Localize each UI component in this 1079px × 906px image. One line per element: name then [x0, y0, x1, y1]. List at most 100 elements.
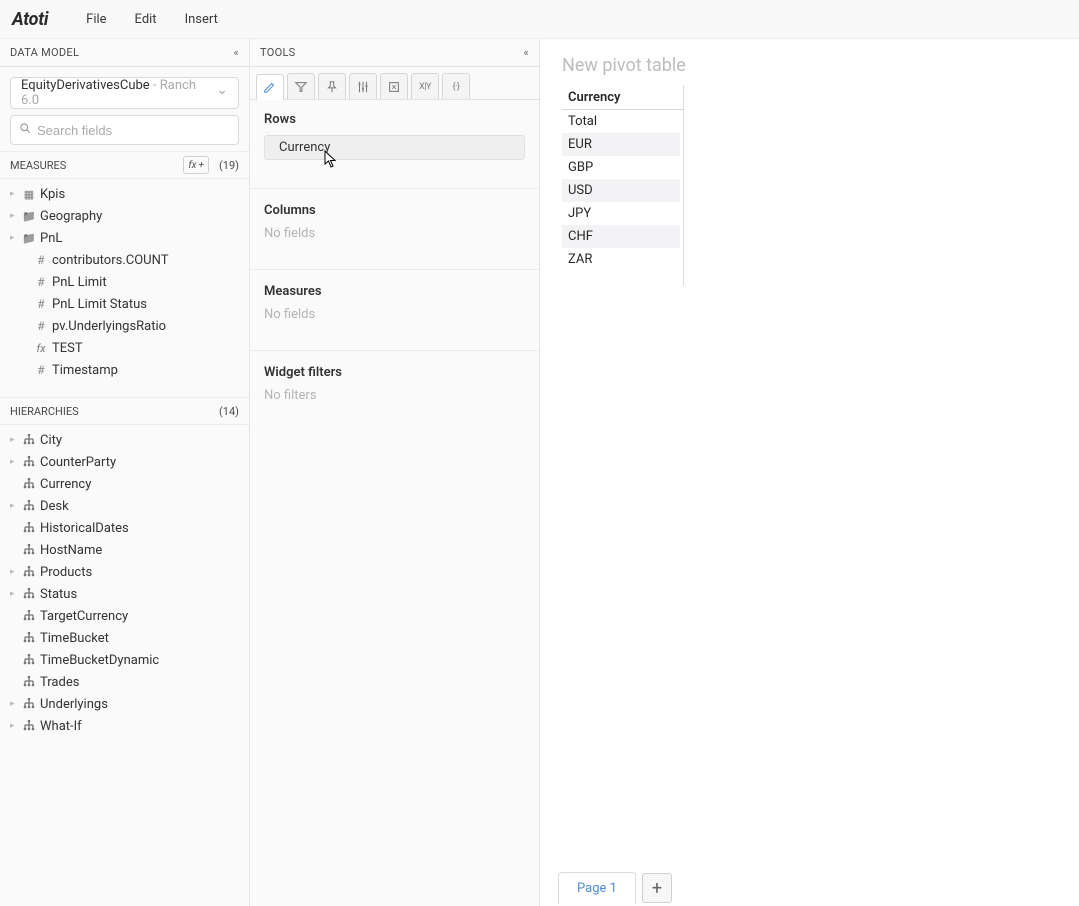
hierarchy-item[interactable]: ▸TimeBucketDynamic [0, 649, 249, 671]
hierarchy-item[interactable]: ▸TimeBucket [0, 627, 249, 649]
tree-item-label: Products [40, 565, 92, 580]
tab-sliders[interactable] [349, 73, 377, 99]
hierarchy-item[interactable]: ▸Desk [0, 495, 249, 517]
hierarchy-item[interactable]: ▸City [0, 429, 249, 451]
new-measure-button[interactable]: fx + [183, 156, 209, 174]
measures-count: (19) [219, 159, 239, 172]
columns-placeholder: No fields [264, 226, 525, 241]
measure-icon [32, 275, 50, 289]
page-1-tab[interactable]: Page 1 [558, 872, 636, 904]
measure-item[interactable]: ▸TEST [0, 337, 249, 359]
hierarchy-icon [20, 500, 38, 512]
widget-filters-title: Widget filters [264, 365, 525, 380]
measures-header: MEASURES fx + (19) [0, 151, 249, 179]
widget-filters-dropzone[interactable]: Widget filters No filters [264, 365, 525, 403]
hierarchy-item[interactable]: ▸Status [0, 583, 249, 605]
menu-insert[interactable]: Insert [171, 12, 232, 27]
hierarchy-item[interactable]: ▸HostName [0, 539, 249, 561]
hierarchies-header: HIERARCHIES (14) [0, 397, 249, 425]
menu-edit[interactable]: Edit [121, 12, 171, 27]
tree-item-label: Geography [40, 209, 102, 224]
logo: Atoti [12, 9, 48, 30]
add-page-button[interactable]: + [642, 873, 672, 903]
tree-item-label: TEST [52, 341, 83, 356]
hierarchy-icon [20, 566, 38, 578]
measure-item[interactable]: ▸PnL [0, 227, 249, 249]
measure-item[interactable]: ▸PnL Limit [0, 271, 249, 293]
canvas-panel: New pivot table Currency TotalEURGBPUSDJ… [540, 39, 1079, 906]
rows-title: Rows [264, 112, 525, 127]
hierarchy-icon [20, 654, 38, 666]
hierarchy-icon [20, 588, 38, 600]
widget-filters-placeholder: No filters [264, 388, 525, 403]
pivot-row[interactable]: JPY [562, 202, 680, 225]
measure-item[interactable]: ▸Timestamp [0, 359, 249, 381]
tab-box[interactable] [380, 73, 408, 99]
search-icon [19, 122, 31, 138]
hierarchy-item[interactable]: ▸Trades [0, 671, 249, 693]
tab-xy[interactable]: X|Y [411, 73, 439, 99]
tree-item-label: TimeBucketDynamic [40, 653, 159, 668]
folder-icon [20, 232, 38, 245]
tree-item-label: HistoricalDates [40, 521, 129, 536]
tools-measures-title: Measures [264, 284, 525, 299]
measure-item[interactable]: ▸PnL Limit Status [0, 293, 249, 315]
kpi-icon [20, 188, 38, 201]
pivot-row[interactable]: USD [562, 179, 680, 202]
caret-icon: ▸ [10, 211, 20, 221]
data-model-panel: DATA MODEL EquityDerivativesCube - Ranch… [0, 39, 250, 906]
chevron-down-icon [216, 85, 228, 101]
measure-icon [32, 297, 50, 311]
hierarchy-item[interactable]: ▸ Products [0, 561, 249, 583]
pivot-row[interactable]: Total [562, 110, 680, 133]
tree-item-label: contributors.COUNT [52, 253, 168, 268]
measures-dropzone[interactable]: Measures No fields [264, 284, 525, 322]
widget-title[interactable]: New pivot table [540, 39, 1079, 86]
pivot-row[interactable]: ZAR [562, 248, 680, 271]
pivot-col-header[interactable]: Currency [562, 86, 680, 110]
hierarchy-item[interactable]: ▸What-If [0, 715, 249, 737]
pivot-row[interactable]: GBP [562, 156, 680, 179]
measure-item[interactable]: ▸Kpis [0, 183, 249, 205]
tree-item-label: CounterParty [40, 455, 116, 470]
measure-item[interactable]: ▸contributors.COUNT [0, 249, 249, 271]
measure-icon [32, 253, 50, 267]
tree-item-label: pv.UnderlyingsRatio [52, 319, 166, 334]
cube-selector[interactable]: EquityDerivativesCube - Ranch 6.0 [10, 77, 239, 109]
tab-pin[interactable] [318, 73, 346, 99]
measure-item[interactable]: ▸pv.UnderlyingsRatio [0, 315, 249, 337]
hierarchy-item[interactable]: ▸TargetCurrency [0, 605, 249, 627]
pivot-row[interactable]: EUR [562, 133, 680, 156]
hierarchy-item[interactable]: ▸Currency [0, 473, 249, 495]
tab-braces[interactable]: {·} [442, 73, 470, 99]
data-model-header: DATA MODEL [0, 39, 249, 67]
hierarchy-item[interactable]: ▸CounterParty [0, 451, 249, 473]
pivot-table[interactable]: Currency TotalEURGBPUSDJPYCHFZAR [562, 86, 680, 271]
tab-content-editor[interactable] [256, 74, 284, 100]
rows-dropzone[interactable]: Rows Currency [264, 112, 525, 160]
hierarchy-item[interactable]: ▸Underlyings [0, 693, 249, 715]
search-fields[interactable] [10, 115, 239, 145]
hierarchy-item[interactable]: ▸HistoricalDates [0, 517, 249, 539]
pivot-row[interactable]: CHF [562, 225, 680, 248]
tree-item-label: TargetCurrency [40, 609, 128, 624]
hierarchies-tree: ▸City▸CounterParty▸Currency▸Desk▸Histori… [0, 425, 249, 753]
collapse-data-model-icon[interactable] [234, 46, 239, 59]
columns-dropzone[interactable]: Columns No fields [264, 203, 525, 241]
menu-file[interactable]: File [72, 12, 120, 27]
tools-header: TOOLS [250, 39, 539, 67]
hierarchy-icon [20, 544, 38, 556]
tree-item-label: Trades [40, 675, 79, 690]
measure-icon [32, 319, 50, 333]
hierarchies-title: HIERARCHIES [10, 405, 79, 418]
tree-item-label: PnL Limit Status [52, 297, 147, 312]
collapse-tools-icon[interactable] [524, 46, 529, 59]
tree-item-label: PnL [40, 231, 62, 246]
search-input[interactable] [35, 122, 230, 139]
caret-icon: ▸ [10, 699, 20, 709]
tab-filters[interactable] [287, 73, 315, 99]
caret-icon: ▸ [10, 567, 20, 577]
measure-item[interactable]: ▸ Geography [0, 205, 249, 227]
caret-icon: ▸ [10, 589, 20, 599]
rows-chip-currency[interactable]: Currency [264, 135, 525, 160]
